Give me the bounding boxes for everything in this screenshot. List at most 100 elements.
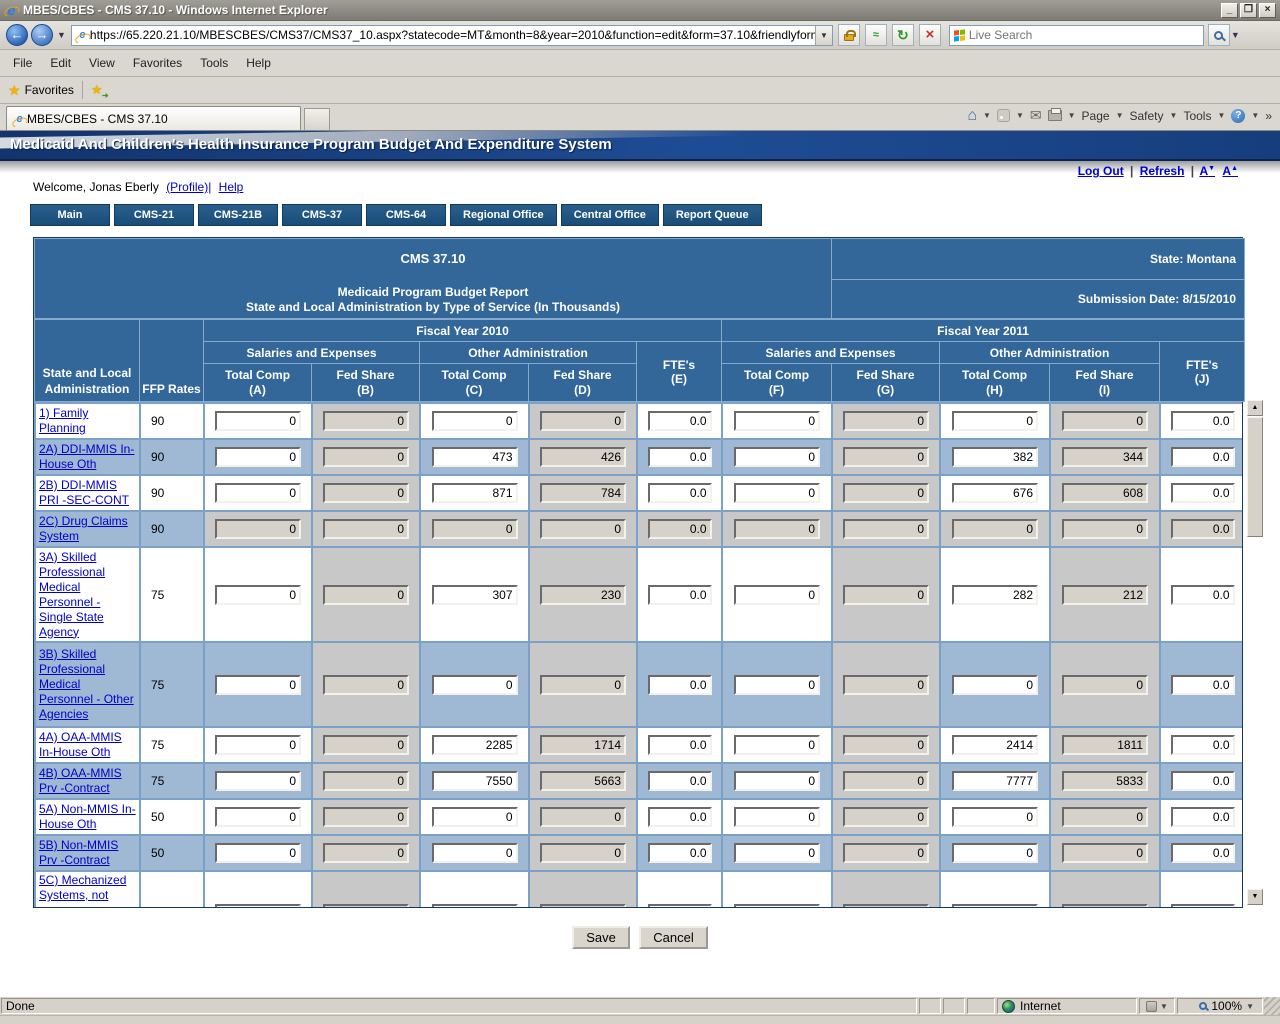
input-row5-col-f[interactable] <box>734 585 820 605</box>
input-row6-col-h[interactable] <box>952 675 1038 695</box>
input-row3-col-j[interactable] <box>1171 483 1235 503</box>
input-row11-col-e[interactable] <box>648 904 712 908</box>
refresh-link[interactable]: Refresh <box>1140 164 1185 178</box>
input-row5-col-a[interactable] <box>215 585 301 605</box>
input-row3-col-a[interactable] <box>215 483 301 503</box>
input-row9-col-f[interactable] <box>734 807 820 827</box>
input-row6-col-j[interactable] <box>1171 675 1235 695</box>
input-row5-col-h[interactable] <box>952 585 1038 605</box>
input-row7-col-j[interactable] <box>1171 735 1235 755</box>
row-link-1-family-planning[interactable]: 1) Family Planning <box>39 406 88 435</box>
cancel-button[interactable]: Cancel <box>639 926 707 949</box>
resize-grip[interactable] <box>1264 997 1280 1015</box>
input-row3-col-f[interactable] <box>734 483 820 503</box>
page-dropdown-icon[interactable]: ▼ <box>1116 111 1124 120</box>
menu-tools[interactable]: Tools <box>191 53 237 73</box>
menu-edit[interactable]: Edit <box>41 53 80 73</box>
input-row3-col-e[interactable] <box>648 483 712 503</box>
input-row6-col-f[interactable] <box>734 675 820 695</box>
font-increase-icon[interactable]: A▲ <box>1222 164 1238 178</box>
history-dropdown-icon[interactable]: ▼ <box>57 30 66 40</box>
input-row2-col-c[interactable] <box>432 447 518 467</box>
input-row9-col-a[interactable] <box>215 807 301 827</box>
help-link[interactable]: Help <box>219 180 244 194</box>
input-row1-col-h[interactable] <box>952 411 1038 431</box>
tools-menu[interactable]: Tools <box>1183 109 1211 123</box>
minimize-button[interactable]: _ <box>1221 3 1238 18</box>
tools-dropdown-icon[interactable]: ▼ <box>1217 111 1225 120</box>
font-decrease-icon[interactable]: A▼ <box>1199 164 1215 178</box>
feeds-button[interactable] <box>997 109 1010 122</box>
new-tab-button[interactable] <box>304 108 330 130</box>
page-menu[interactable]: Page <box>1082 109 1110 123</box>
input-row11-col-c[interactable] <box>432 904 518 908</box>
input-row10-col-j[interactable] <box>1171 843 1235 863</box>
safety-dropdown-icon[interactable]: ▼ <box>1170 111 1178 120</box>
print-button[interactable] <box>1048 110 1062 121</box>
print-dropdown-icon[interactable]: ▼ <box>1068 111 1076 120</box>
favorites-button[interactable]: Favorites <box>25 83 74 97</box>
address-input[interactable] <box>90 27 815 44</box>
add-favorite-button[interactable]: ★ <box>91 82 103 98</box>
help-dropdown-icon[interactable]: ▼ <box>1251 111 1259 120</box>
input-row8-col-e[interactable] <box>648 771 712 791</box>
row-link-2a-ddi-mmis-in-house-oth[interactable]: 2A) DDI-MMIS In-House Oth <box>39 442 134 471</box>
input-row9-col-j[interactable] <box>1171 807 1235 827</box>
input-row7-col-c[interactable] <box>432 735 518 755</box>
input-row10-col-f[interactable] <box>734 843 820 863</box>
input-row2-col-a[interactable] <box>215 447 301 467</box>
row-link-5c-mechanized-systems-no[interactable]: 5C) Mechanized Systems, not <box>39 873 126 902</box>
row-link-4a-oaa-mmis-in-house-oth[interactable]: 4A) OAA-MMIS In-House Oth <box>39 730 122 759</box>
nav-tab-cms-21[interactable]: CMS-21 <box>114 204 194 226</box>
input-row5-col-j[interactable] <box>1171 585 1235 605</box>
address-dropdown-button[interactable]: ▼ <box>815 26 832 45</box>
input-row9-col-e[interactable] <box>648 807 712 827</box>
input-row10-col-e[interactable] <box>648 843 712 863</box>
row-link-3b-skilled-professional-[interactable]: 3B) Skilled Professional Medical Personn… <box>39 647 134 721</box>
mail-button[interactable]: ✉ <box>1030 107 1042 124</box>
protected-dropdown-icon[interactable]: ▼ <box>1160 1002 1168 1011</box>
input-row9-col-c[interactable] <box>432 807 518 827</box>
menu-view[interactable]: View <box>80 53 124 73</box>
home-dropdown-icon[interactable]: ▼ <box>983 111 991 120</box>
input-row11-col-j[interactable] <box>1171 904 1235 908</box>
input-row2-col-h[interactable] <box>952 447 1038 467</box>
input-row7-col-a[interactable] <box>215 735 301 755</box>
input-row11-col-f[interactable] <box>734 904 820 908</box>
nav-tab-main[interactable]: Main <box>30 204 110 226</box>
home-button[interactable]: ⌂ <box>967 108 977 124</box>
input-row7-col-f[interactable] <box>734 735 820 755</box>
input-row2-col-j[interactable] <box>1171 447 1235 467</box>
nav-tab-cms-37[interactable]: CMS-37 <box>282 204 362 226</box>
input-row6-col-a[interactable] <box>215 675 301 695</box>
row-link-2b-ddi-mmis-pri-sec-cont[interactable]: 2B) DDI-MMIS PRI -SEC-CONT <box>39 478 129 507</box>
input-row2-col-e[interactable] <box>648 447 712 467</box>
nav-tab-cms-21b[interactable]: CMS-21B <box>198 204 278 226</box>
refresh-button[interactable]: ↻ <box>892 24 914 46</box>
search-dropdown-icon[interactable]: ▼ <box>1231 30 1240 40</box>
input-row7-col-h[interactable] <box>952 735 1038 755</box>
row-link-3a-skilled-professional-[interactable]: 3A) Skilled Professional Medical Personn… <box>39 550 105 639</box>
input-row5-col-e[interactable] <box>648 585 712 605</box>
input-row8-col-a[interactable] <box>215 771 301 791</box>
nav-tab-central-office[interactable]: Central Office <box>561 204 659 226</box>
protected-mode-cell[interactable]: ▼ <box>1139 998 1175 1014</box>
forward-button[interactable]: → <box>31 24 53 46</box>
close-button[interactable]: × <box>1259 3 1276 18</box>
menu-help[interactable]: Help <box>237 53 280 73</box>
input-row1-col-e[interactable] <box>648 411 712 431</box>
input-row8-col-j[interactable] <box>1171 771 1235 791</box>
back-button[interactable]: ← <box>6 24 28 46</box>
menu-file[interactable]: File <box>4 53 41 73</box>
security-lock-button[interactable] <box>838 24 860 46</box>
input-row1-col-f[interactable] <box>734 411 820 431</box>
input-row11-col-a[interactable] <box>215 904 301 908</box>
profile-link[interactable]: (Profile)| <box>166 180 211 194</box>
input-row1-col-c[interactable] <box>432 411 518 431</box>
nav-tab-regional-office[interactable]: Regional Office <box>450 204 557 226</box>
save-button[interactable]: Save <box>572 926 630 949</box>
overflow-chevron-icon[interactable]: » <box>1265 109 1272 123</box>
input-row10-col-a[interactable] <box>215 843 301 863</box>
compatibility-view-button[interactable]: ≈ <box>865 24 887 46</box>
input-row3-col-h[interactable] <box>952 483 1038 503</box>
